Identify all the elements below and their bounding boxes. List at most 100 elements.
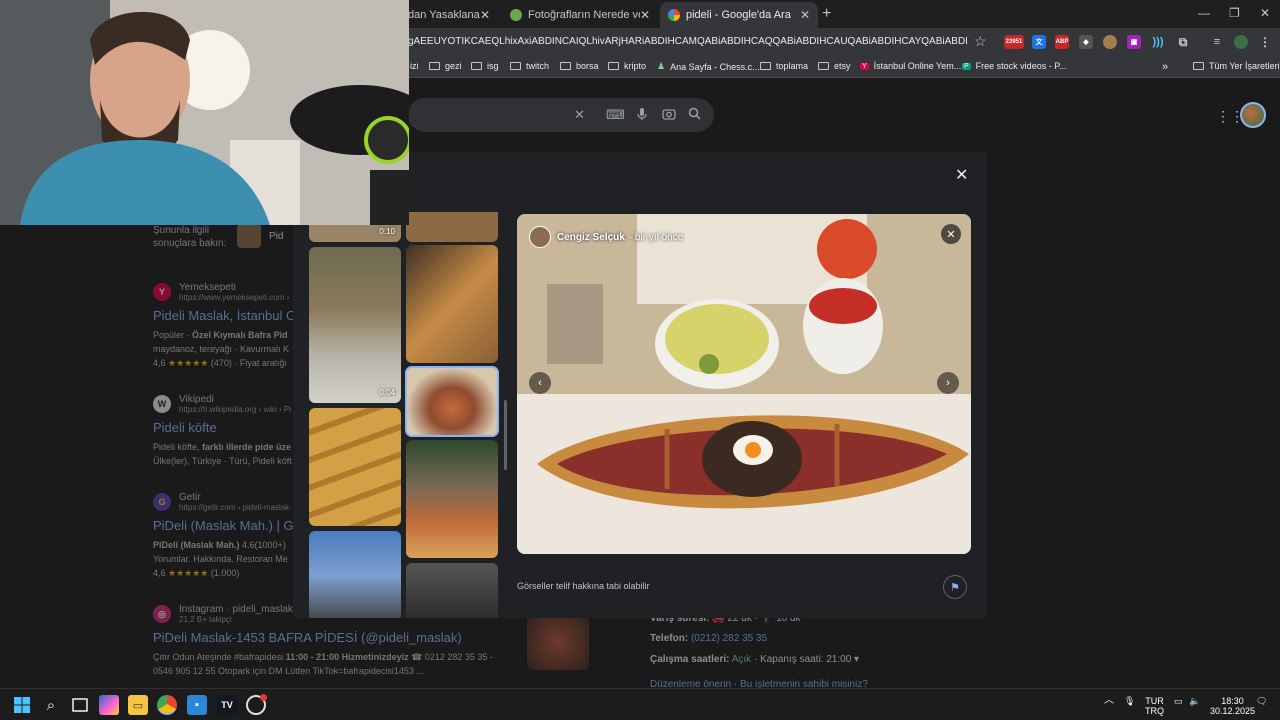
keyboard-icon[interactable]: ⌨ <box>606 107 625 123</box>
windows-start-icon[interactable] <box>12 695 32 715</box>
result-url: https://getir.com › pideli-maslak- <box>179 503 292 512</box>
avatar-extension-icon[interactable] <box>1103 35 1117 49</box>
previous-image-icon[interactable]: ‹ <box>529 372 551 394</box>
info-hours[interactable]: Çalışma saatleri: Açık · Kapanış saati: … <box>650 654 859 665</box>
bookmark-item[interactable]: ♟ Ana Sayfa - Chess.c... <box>657 61 760 72</box>
close-tab-icon[interactable]: ✕ <box>800 8 810 22</box>
tab[interactable]: dan Yasaklanan Al✕ <box>400 2 498 28</box>
close-window-icon[interactable]: ✕ <box>1260 6 1270 20</box>
result-source: Yemeksepeti <box>179 282 236 293</box>
rating-stars-icon: ★★★★★ <box>168 358 209 368</box>
diamond-extension-icon[interactable]: ◆ <box>1079 35 1093 49</box>
bookmark-folder[interactable]: gezi <box>429 61 462 71</box>
file-explorer-icon[interactable]: ▭ <box>128 695 148 715</box>
bookmark-item[interactable]: Y İstanbul Online Yem... <box>860 61 961 71</box>
bookmark-folder[interactable]: borsa <box>560 61 599 71</box>
clear-icon[interactable]: ✕ <box>574 107 585 123</box>
report-flag-icon[interactable]: ⚑ <box>943 575 967 599</box>
bookmark-item[interactable]: izi <box>410 61 419 71</box>
adblock-extension-icon[interactable]: ABP <box>1055 35 1069 49</box>
extensions-puzzle-icon[interactable]: ⧉ <box>1176 35 1190 49</box>
chess-icon: ♟ <box>657 61 666 71</box>
copilot-icon[interactable] <box>99 695 119 715</box>
search-box[interactable]: ✕ ⌨ <box>408 98 714 132</box>
chrome-icon[interactable] <box>157 695 177 715</box>
menu-icon[interactable]: ⋮ <box>1258 35 1272 49</box>
language-indicator[interactable]: TUR TRQ <box>1145 696 1164 716</box>
bookmark-item[interactable]: P Free stock videos - P... <box>962 61 1067 71</box>
copyright-notice: Görseller telif hakkına tabi olabilir <box>517 581 650 591</box>
image-thumbnail-selected[interactable] <box>405 366 499 437</box>
result-title[interactable]: PiDeli Maslak-1453 BAFRA PİDESİ (@pideli… <box>153 630 523 645</box>
author-avatar <box>529 226 551 248</box>
pexels-icon: P <box>962 62 971 70</box>
folder-icon <box>429 62 440 70</box>
new-tab-icon[interactable]: + <box>822 5 831 23</box>
media-control-icon[interactable]: ≡ <box>1210 35 1224 49</box>
search-icon[interactable]: ⌕ <box>41 695 61 715</box>
search-icon[interactable] <box>688 107 701 123</box>
app-icon[interactable] <box>246 694 267 715</box>
bookmark-folder[interactable]: isg <box>471 61 499 71</box>
network-icon[interactable]: ▭ <box>1174 696 1183 706</box>
notification-center-icon[interactable]: 🗨 <box>1256 696 1267 706</box>
image-thumbnail[interactable] <box>406 245 498 363</box>
restore-icon[interactable]: ❐ <box>1229 6 1240 20</box>
bookmark-folder[interactable]: twitch <box>510 61 549 71</box>
related-chip-thumbnail <box>237 224 261 248</box>
image-thumbnail[interactable]: 0:04 <box>309 247 401 403</box>
image-thumbnail[interactable] <box>406 563 498 618</box>
volume-icon[interactable]: 🔈 <box>1189 696 1200 706</box>
wifi-extension-icon[interactable]: ))) <box>1151 35 1165 49</box>
url-field[interactable]: gAEEUYOTIKCAEQLhixAxiABDINCAIQLhivARjHAR… <box>408 36 968 47</box>
phone-link[interactable]: (0212) 282 35 35 <box>691 633 767 644</box>
main-image[interactable]: Cengiz Selçuk · bir yıl önce ✕ ‹ › <box>517 214 971 554</box>
image-thumbnail[interactable] <box>309 531 401 618</box>
next-image-icon[interactable]: › <box>937 372 959 394</box>
task-view-icon[interactable] <box>70 695 90 715</box>
close-image-icon[interactable]: ✕ <box>941 224 961 244</box>
extension-badge-icon[interactable]: 23951 <box>1004 35 1024 49</box>
bookmark-folder[interactable]: toplama <box>760 61 808 71</box>
bookmark-star-icon[interactable]: ☆ <box>974 33 987 50</box>
yemeksepeti-logo-icon: Y <box>153 283 171 301</box>
tray-overflow-icon[interactable]: ︿ <box>1104 696 1114 706</box>
bookmark-folder[interactable]: etsy <box>818 61 851 71</box>
all-bookmarks-folder[interactable]: Tüm Yer İşaretleri <box>1193 61 1280 71</box>
close-tab-icon[interactable]: ✕ <box>480 8 490 22</box>
image-author[interactable]: Cengiz Selçuk · bir yıl önce <box>529 226 683 248</box>
folder-icon <box>818 62 829 70</box>
lens-icon[interactable] <box>662 107 676 124</box>
image-thumbnail[interactable] <box>406 440 498 558</box>
translate-extension-icon[interactable]: 文 <box>1032 35 1046 49</box>
result-url: https://tr.wikipedia.org › wiki › Pi <box>179 405 292 414</box>
tab[interactable]: Fotoğrafların Nerede ve Ne Zam✕ <box>502 2 658 28</box>
tab-active[interactable]: pideli - Google'da Ara ✕ <box>660 2 818 28</box>
bookmarks-overflow-icon[interactable]: » <box>1162 61 1168 73</box>
related-chip-label: Pid <box>269 230 284 242</box>
microphone-icon[interactable] <box>636 107 648 124</box>
bookmark-folder[interactable]: kripto <box>608 61 646 71</box>
image-thumbnail[interactable] <box>406 212 498 242</box>
google-favicon-icon <box>668 9 680 21</box>
thumbnail-scrollbar[interactable] <box>504 400 507 470</box>
microphone-tray-icon[interactable]: 🎙 <box>1124 696 1135 706</box>
result-url: https://www.yemeksepeti.com › <box>179 293 290 302</box>
instagram-result-thumbnail[interactable] <box>527 614 589 670</box>
close-tab-icon[interactable]: ✕ <box>640 8 650 22</box>
tradingview-icon[interactable]: TV <box>217 695 237 715</box>
avatar[interactable] <box>1240 102 1266 128</box>
clock[interactable]: 18:30 30.12.2025 <box>1210 696 1255 716</box>
store-icon[interactable]: ▪ <box>187 695 207 715</box>
info-phone: Telefon: (0212) 282 35 35 <box>650 633 768 644</box>
minimize-icon[interactable]: — <box>1198 6 1210 20</box>
result-snippet: Çıtır Odun Ateşinde #bafrapidesi 11:00 -… <box>153 652 493 676</box>
related-chip[interactable]: Pid <box>237 224 283 248</box>
image-thumbnail-grid: 0:10 0:04 <box>309 212 503 618</box>
folder-icon <box>471 62 482 70</box>
purple-extension-icon[interactable]: ▣ <box>1127 35 1141 49</box>
close-modal-icon[interactable]: ✕ <box>955 165 968 185</box>
profile-avatar[interactable] <box>1234 35 1248 49</box>
image-thumbnail[interactable] <box>309 408 401 526</box>
folder-icon <box>760 62 771 70</box>
